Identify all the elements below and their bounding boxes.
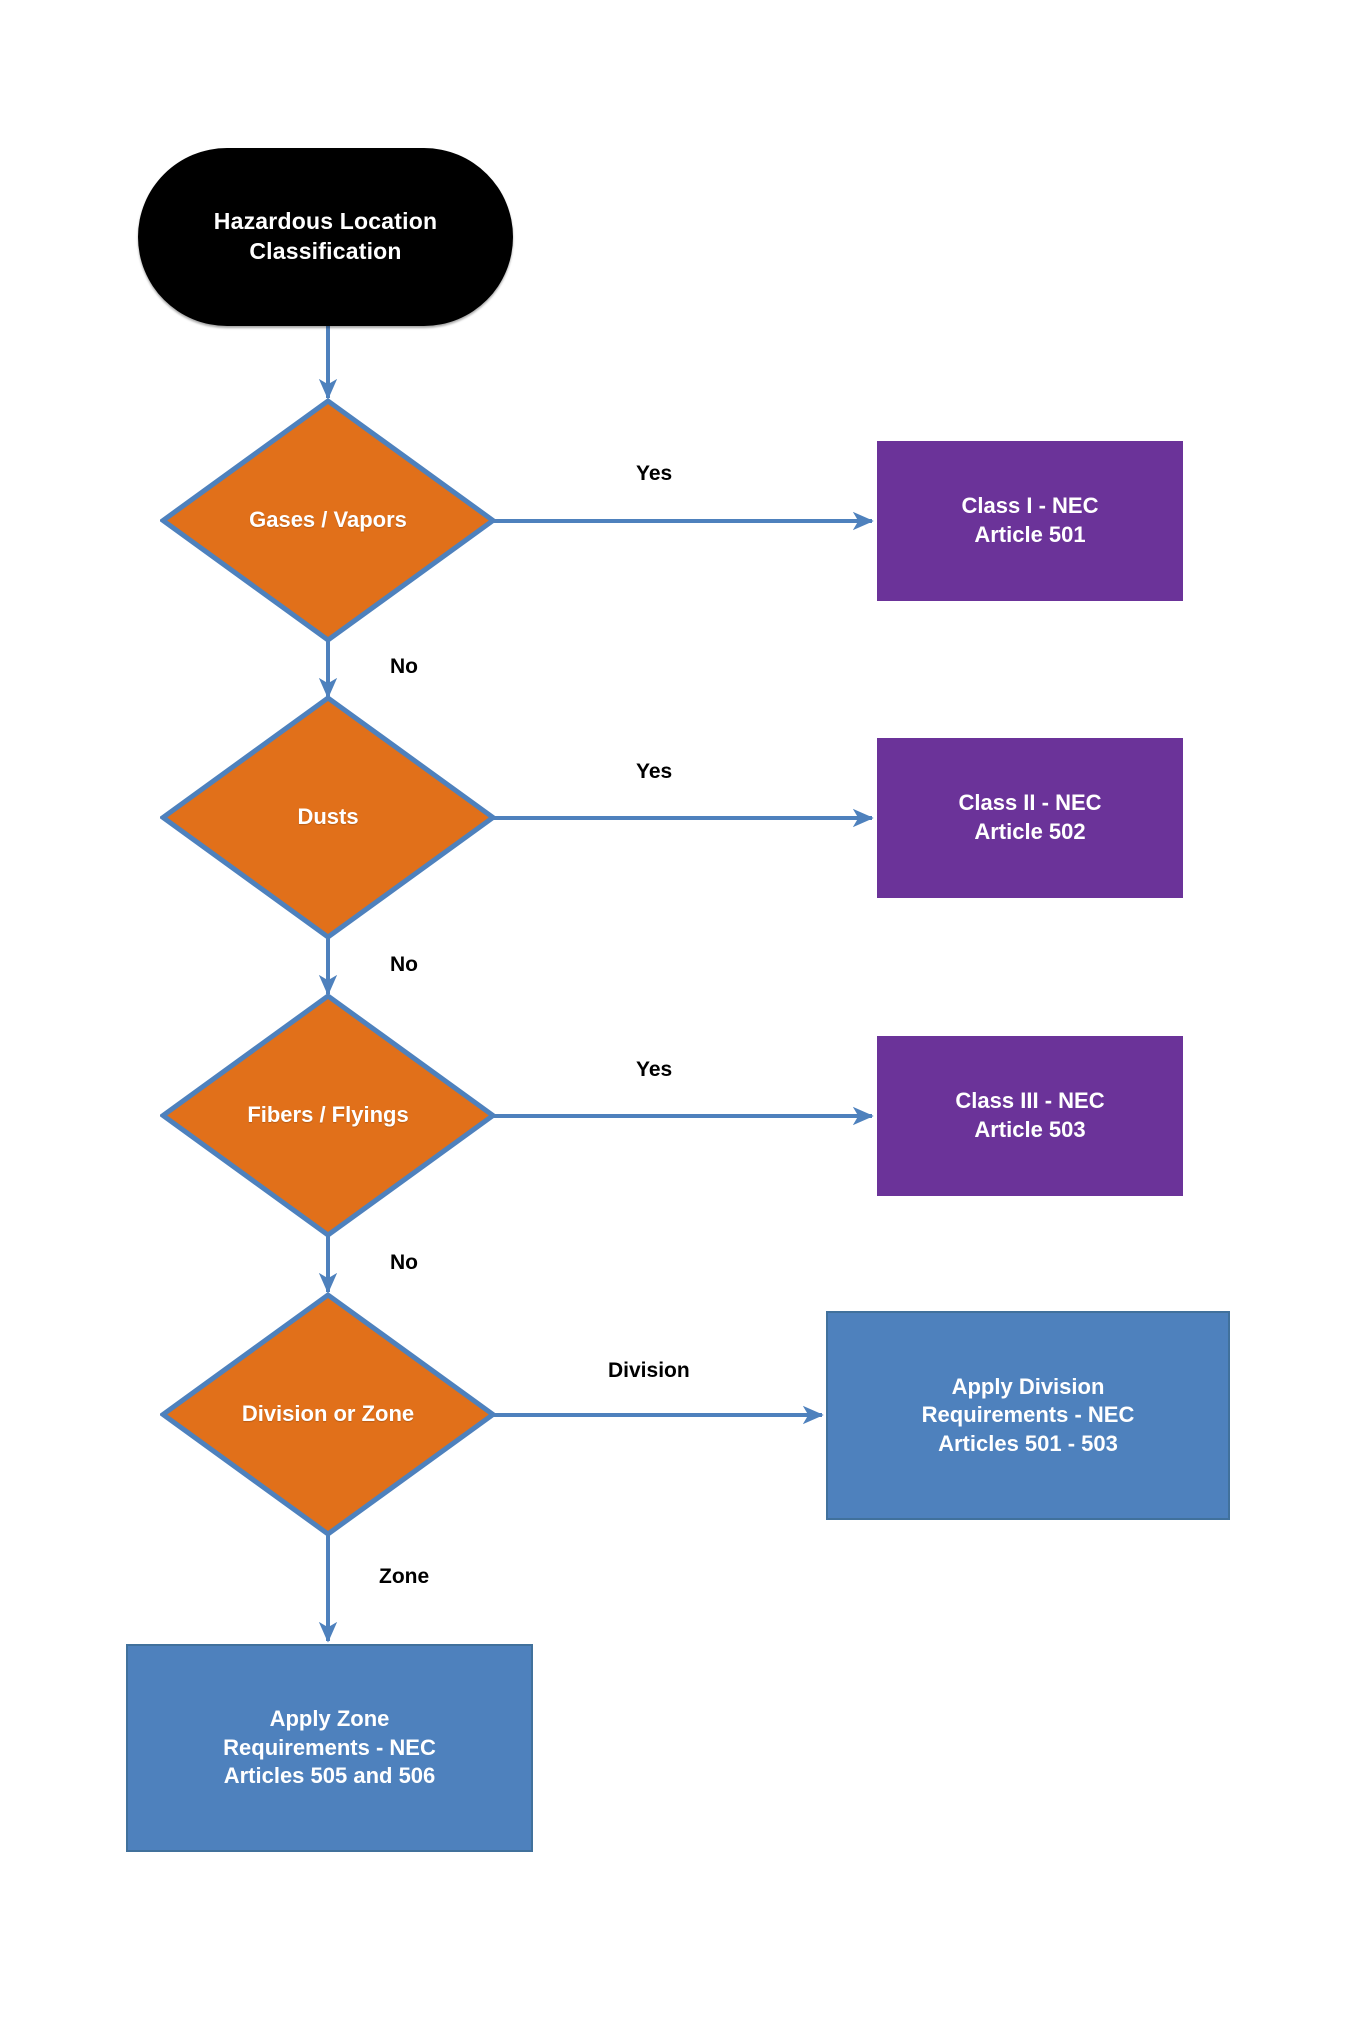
edge-label-zone: Zone bbox=[379, 1565, 430, 1588]
node-decision-fibers-flyings[interactable]: Fibers / Flyings bbox=[160, 993, 496, 1238]
edge-label-gases-yes: Yes bbox=[636, 462, 673, 485]
flowchart-canvas: Hazardous Location Classification Gases … bbox=[0, 0, 1362, 2019]
node-apply-division-requirements-label: Apply Division Requirements - NEC Articl… bbox=[921, 1373, 1135, 1456]
node-class-three[interactable]: Class III - NEC Article 503 bbox=[877, 1036, 1183, 1196]
node-decision-division-or-zone[interactable]: Division or Zone bbox=[160, 1292, 496, 1537]
node-class-three-label: Class III - NEC Article 503 bbox=[955, 1088, 1105, 1142]
node-decision-dusts[interactable]: Dusts bbox=[160, 695, 496, 940]
node-class-one-label: Class I - NEC Article 501 bbox=[961, 493, 1099, 547]
node-decision-fibers-flyings-label: Fibers / Flyings bbox=[247, 1102, 409, 1128]
edge-label-gases-no: No bbox=[390, 655, 418, 678]
node-decision-gases-vapors[interactable]: Gases / Vapors bbox=[160, 398, 496, 643]
edge-label-fibers-yes: Yes bbox=[636, 1058, 673, 1081]
node-apply-zone-requirements[interactable]: Apply Zone Requirements - NEC Articles 5… bbox=[126, 1644, 533, 1852]
edge-label-division: Division bbox=[608, 1359, 690, 1382]
node-start[interactable]: Hazardous Location Classification bbox=[138, 148, 513, 326]
node-class-two[interactable]: Class II - NEC Article 502 bbox=[877, 738, 1183, 898]
node-class-one[interactable]: Class I - NEC Article 501 bbox=[877, 441, 1183, 601]
edge-label-dusts-yes: Yes bbox=[636, 760, 673, 783]
node-decision-gases-vapors-label: Gases / Vapors bbox=[249, 507, 407, 533]
node-decision-dusts-label: Dusts bbox=[297, 804, 359, 830]
node-apply-division-requirements[interactable]: Apply Division Requirements - NEC Articl… bbox=[826, 1311, 1230, 1520]
edge-label-dusts-no: No bbox=[390, 953, 418, 976]
node-decision-division-or-zone-label: Division or Zone bbox=[241, 1401, 415, 1427]
node-class-two-label: Class II - NEC Article 502 bbox=[958, 790, 1102, 844]
node-start-label: Hazardous Location Classification bbox=[213, 208, 438, 264]
node-apply-zone-requirements-label: Apply Zone Requirements - NEC Articles 5… bbox=[223, 1706, 436, 1789]
edge-label-fibers-no: No bbox=[390, 1251, 418, 1274]
